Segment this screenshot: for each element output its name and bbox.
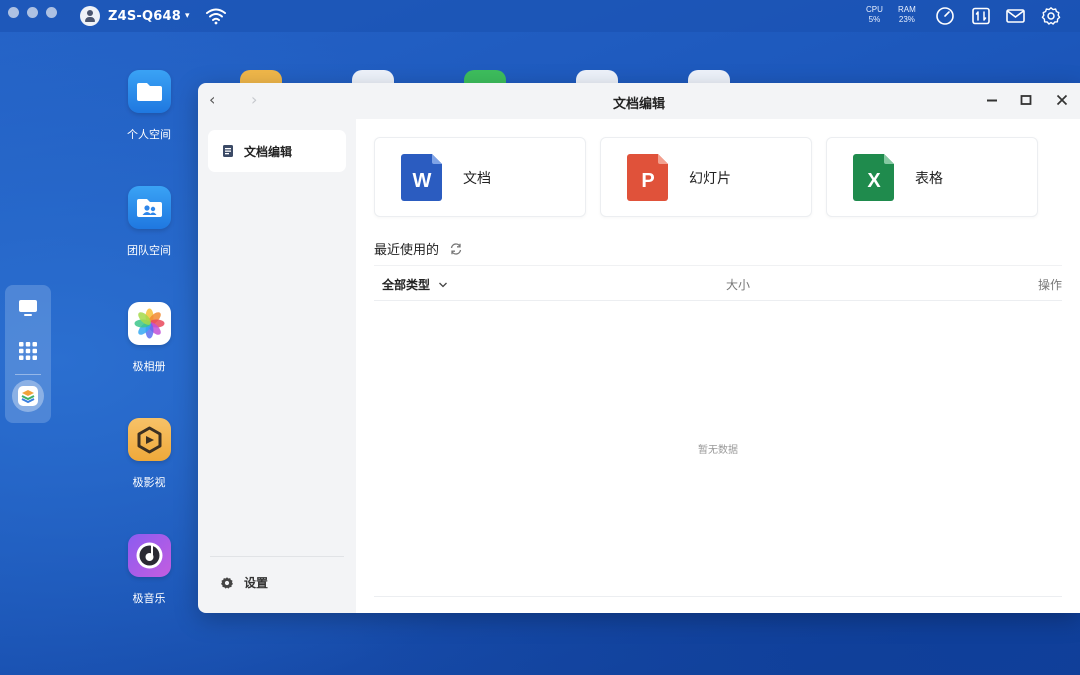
desktop-app-peek-3[interactable] (464, 70, 506, 84)
sidebar-settings[interactable]: 设置 (220, 574, 268, 591)
wifi-icon[interactable] (205, 7, 227, 29)
desktop-app-label: 极相册 (132, 360, 166, 373)
cpu-label: CPU (866, 5, 883, 14)
speed-gauge-icon[interactable] (935, 6, 955, 30)
desktop-app-video[interactable]: 极影视 (115, 418, 183, 490)
grid-icon (19, 342, 37, 360)
photos-icon (127, 302, 171, 345)
size-column-header: 大小 (726, 278, 751, 292)
empty-state-text: 暂无数据 (698, 445, 738, 456)
settings-label: 设置 (244, 576, 269, 590)
sidebar-divider (210, 556, 344, 557)
folder-icon (127, 70, 171, 113)
cpu-usage: CPU 5% (866, 5, 883, 25)
gear-icon[interactable] (1041, 6, 1061, 30)
new-document-card[interactable]: W 文档 (374, 137, 586, 217)
desktop-app-label: 个人空间 (127, 128, 171, 141)
desktop-app-label: 极影视 (132, 476, 166, 489)
dot-3[interactable] (46, 7, 57, 18)
dock-app-grid[interactable] (5, 334, 51, 368)
window-titlebar: ‹ › 文档编辑 (198, 83, 1080, 119)
new-slides-card[interactable]: P 幻灯片 (600, 137, 812, 217)
ram-value: 23% (898, 15, 915, 24)
cpu-value: 5% (868, 15, 881, 24)
window-title: 文档编辑 (612, 97, 665, 112)
desktop-app-personal-space[interactable]: 个人空间 (115, 70, 183, 142)
recent-table-header: 全部类型 大小 操作 (374, 265, 1062, 301)
mail-icon[interactable] (1005, 6, 1026, 30)
desktop-app-team-space[interactable]: 团队空间 (115, 186, 183, 258)
maximize-button[interactable] (1017, 91, 1035, 109)
gear-icon (220, 576, 234, 589)
close-icon (1056, 94, 1068, 106)
chevron-down-icon (439, 282, 448, 288)
table-bottom-divider (374, 596, 1062, 597)
actions-column-header: 操作 (1037, 278, 1062, 292)
minimize-button[interactable] (983, 91, 1001, 109)
ram-usage: RAM 23% (898, 5, 916, 25)
word-doc-icon: W (401, 154, 442, 201)
chevron-down-icon: ▾ (185, 11, 190, 21)
desktop-app-peek-2[interactable] (352, 70, 394, 84)
sidebar-item-label: 文档编辑 (244, 144, 293, 159)
type-filter-dropdown[interactable]: 全部类型 (382, 276, 448, 293)
task-manager-icon[interactable] (971, 6, 991, 30)
music-icon (127, 534, 171, 577)
team-folder-icon (127, 186, 171, 229)
desktop-app-peek-4[interactable] (576, 70, 618, 84)
dock-desktop[interactable] (5, 291, 51, 325)
window-content: W 文档 P 幻灯片 X 表格 最近使用的 全部类型 大小 操作 暂无数据 (356, 119, 1080, 613)
word-letter: W (413, 170, 432, 192)
monitor-icon (19, 300, 37, 316)
close-button[interactable] (1053, 91, 1071, 109)
ppt-letter: P (641, 170, 654, 192)
desktop-app-peek-1[interactable] (240, 70, 282, 84)
card-label: 表格 (915, 171, 943, 187)
card-label: 文档 (463, 171, 491, 187)
layers-icon (18, 386, 38, 406)
user-avatar-icon (80, 6, 100, 26)
ram-label: RAM (898, 5, 916, 14)
dot-1[interactable] (8, 7, 19, 18)
excel-letter: X (867, 170, 881, 192)
recent-title: 最近使用的 (374, 243, 440, 258)
document-icon (223, 145, 233, 157)
doc-editor-window: ‹ › 文档编辑 文档编辑 设置 W 文档 P 幻灯片 X 表格 最近使用的 全… (198, 83, 1080, 613)
video-icon (127, 418, 171, 461)
minimize-icon (987, 99, 997, 102)
recent-header: 最近使用的 (374, 239, 463, 258)
desktop-app-photos[interactable]: 极相册 (115, 302, 183, 374)
desktop-app-label: 极音乐 (132, 592, 166, 605)
dock-divider (15, 374, 41, 375)
new-spreadsheet-card[interactable]: X 表格 (826, 137, 1038, 217)
type-filter-label: 全部类型 (382, 278, 431, 292)
left-dock (5, 285, 51, 423)
excel-doc-icon: X (853, 154, 894, 201)
maximize-icon (1020, 95, 1032, 105)
dot-2[interactable] (27, 7, 38, 18)
ppt-doc-icon: P (627, 154, 668, 201)
refresh-icon[interactable] (449, 242, 463, 256)
card-label: 幻灯片 (689, 171, 731, 187)
desktop-app-music[interactable]: 极音乐 (115, 534, 183, 606)
device-selector[interactable]: Z4S-Q648 ▾ (80, 6, 190, 26)
window-sidebar: 文档编辑 设置 (198, 119, 356, 613)
desktop-app-peek-5[interactable] (688, 70, 730, 84)
desktop-app-label: 团队空间 (127, 244, 171, 257)
dock-doc-editor[interactable] (12, 380, 44, 412)
device-name: Z4S-Q648 (108, 8, 182, 24)
sidebar-item-doc-editor[interactable]: 文档编辑 (208, 130, 346, 172)
top-bar: Z4S-Q648 ▾ CPU 5% RAM 23% (0, 0, 1080, 32)
window-dots (8, 7, 57, 18)
